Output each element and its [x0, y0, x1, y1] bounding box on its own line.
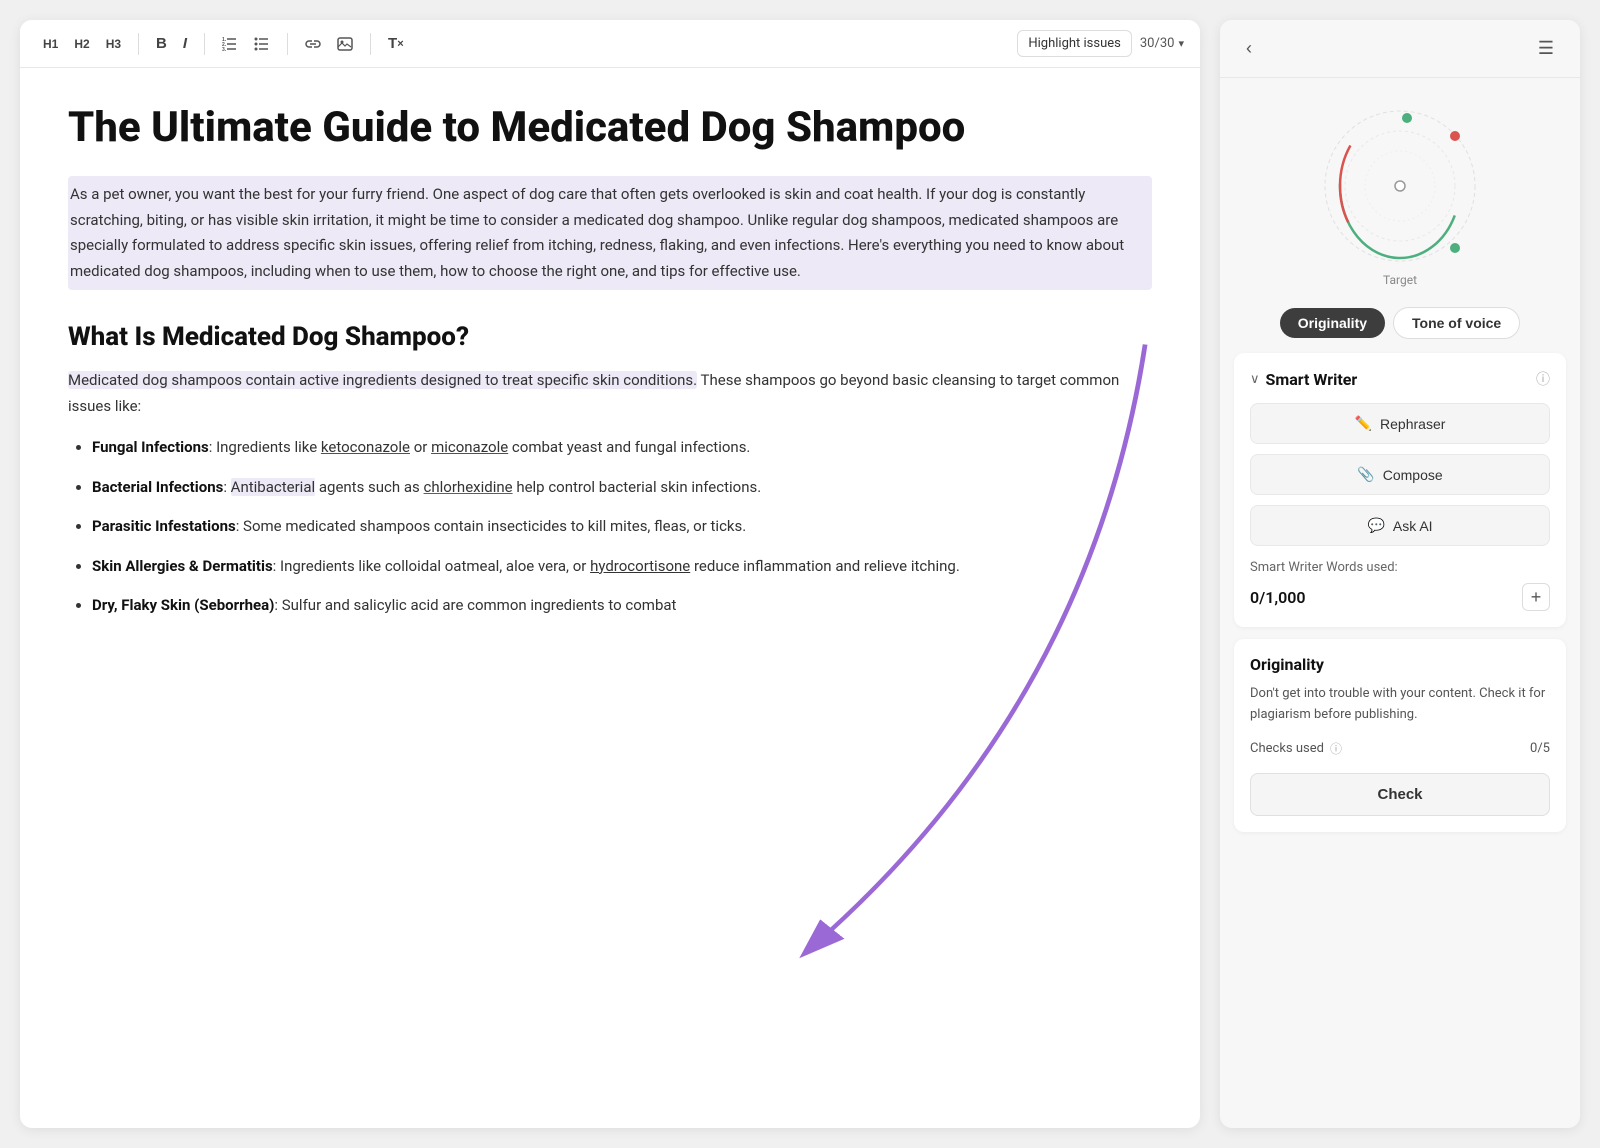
toolbar-sep-4 [370, 33, 371, 55]
editor-container: H1 H2 H3 B I 1.2.3. T× [20, 20, 1200, 1128]
add-words-button[interactable]: + [1522, 583, 1550, 611]
image-button[interactable] [330, 33, 360, 55]
back-button[interactable]: ‹ [1238, 34, 1260, 63]
menu-button[interactable]: ☰ [1530, 34, 1562, 63]
list-item: Fungal Infections: Ingredients like keto… [92, 435, 1152, 461]
list-item: Parasitic Infestations: Some medicated s… [92, 514, 1152, 540]
words-count: 0/1,000 [1250, 588, 1306, 607]
list-item: Dry, Flaky Skin (Seborrhea): Sulfur and … [92, 593, 1152, 619]
highlight-dropdown: Highlight issues 30/30 ▾ [1017, 30, 1184, 57]
target-label: Target [1383, 273, 1417, 287]
h2-button[interactable]: H2 [67, 33, 96, 55]
intro-paragraph: As a pet owner, you want the best for yo… [68, 176, 1152, 290]
collapse-icon[interactable]: ∨ [1250, 372, 1260, 387]
compose-icon: 📎 [1357, 466, 1374, 483]
tab-row: Originality Tone of voice [1220, 297, 1580, 353]
list-group: 1.2.3. [215, 33, 277, 55]
smart-writer-section: ∨ Smart Writer ⓘ ✏️ Rephraser 📎 Compose … [1234, 353, 1566, 627]
ordered-list-button[interactable]: 1.2.3. [215, 33, 245, 55]
heading-group: H1 H2 H3 [36, 33, 128, 55]
section1-intro-highlighted: Medicated dog shampoos contain active in… [68, 371, 697, 389]
h1-button[interactable]: H1 [36, 33, 65, 55]
rephraser-button[interactable]: ✏️ Rephraser [1250, 403, 1550, 444]
document-title: The Ultimate Guide to Medicated Dog Sham… [68, 104, 1152, 152]
tab-originality[interactable]: Originality [1280, 308, 1385, 338]
link-group [298, 33, 360, 55]
chevron-down-icon: ▾ [1178, 37, 1184, 50]
tone-chart-area: Target [1220, 78, 1580, 297]
tone-chart-svg [1300, 96, 1500, 271]
ask-ai-icon: 💬 [1367, 517, 1384, 534]
list-item: Skin Allergies & Dermatitis: Ingredients… [92, 554, 1152, 580]
originality-title: Originality [1250, 655, 1550, 674]
toolbar-sep-2 [204, 33, 205, 55]
info-icon-2[interactable]: ⓘ [1330, 740, 1342, 757]
info-icon[interactable]: ⓘ [1536, 369, 1550, 389]
toolbar-sep-3 [287, 33, 288, 55]
check-button[interactable]: Check [1250, 773, 1550, 816]
checks-label: Checks used [1250, 741, 1324, 756]
toolbar: H1 H2 H3 B I 1.2.3. T× [20, 20, 1200, 68]
tab-tone-of-voice[interactable]: Tone of voice [1393, 307, 1520, 339]
ask-ai-button[interactable]: 💬 Ask AI [1250, 505, 1550, 546]
sidebar-header: ‹ ☰ [1220, 20, 1580, 78]
bold-button[interactable]: B [149, 31, 174, 56]
section1-heading: What Is Medicated Dog Shampoo? [68, 322, 1152, 352]
clear-format-button[interactable]: T× [381, 31, 411, 56]
compose-button[interactable]: 📎 Compose [1250, 454, 1550, 495]
issues-count: 30/30 ▾ [1140, 36, 1184, 51]
smart-writer-title: Smart Writer [1266, 370, 1358, 389]
words-count-row: 0/1,000 + [1250, 583, 1550, 611]
checks-row: Checks used ⓘ 0/5 [1250, 740, 1550, 757]
format-group: B I [149, 31, 194, 56]
h3-button[interactable]: H3 [99, 33, 128, 55]
section1-intro: Medicated dog shampoos contain active in… [68, 368, 1152, 419]
highlight-select[interactable]: Highlight issues [1017, 30, 1132, 57]
toolbar-sep-1 [138, 33, 139, 55]
words-used-label: Smart Writer Words used: [1250, 560, 1550, 575]
editor-content[interactable]: The Ultimate Guide to Medicated Dog Sham… [20, 68, 1200, 1128]
italic-button[interactable]: I [176, 31, 194, 56]
highlight-label: Highlight issues [1028, 36, 1121, 51]
unordered-list-button[interactable] [247, 33, 277, 55]
link-button[interactable] [298, 33, 328, 55]
originality-desc: Don't get into trouble with your content… [1250, 684, 1550, 726]
svg-text:3.: 3. [222, 47, 227, 51]
list-item: Bacterial Infections: Antibacterial agen… [92, 475, 1152, 501]
bullet-list: Fungal Infections: Ingredients like keto… [68, 435, 1152, 619]
checks-count: 0/5 [1530, 741, 1550, 756]
smart-writer-title-row: ∨ Smart Writer ⓘ [1250, 369, 1550, 389]
sidebar: ‹ ☰ Target Originality Tone of voice [1220, 20, 1580, 1128]
originality-section: Originality Don't get into trouble with … [1234, 639, 1566, 832]
rephraser-icon: ✏️ [1355, 415, 1372, 432]
